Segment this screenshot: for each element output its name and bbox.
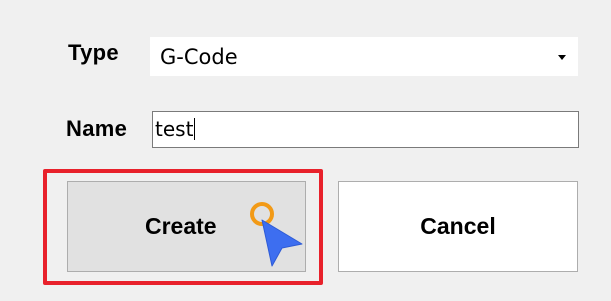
chevron-down-icon[interactable] (558, 55, 566, 60)
create-button-label: Create (145, 213, 217, 239)
type-select-value: G-Code (160, 45, 238, 69)
text-caret (194, 118, 196, 140)
cancel-button[interactable]: Cancel (338, 181, 578, 272)
new-file-dialog: Type G-Code Name test Create Cancel (0, 0, 611, 301)
create-button[interactable]: Create (67, 181, 306, 272)
name-input[interactable]: test (152, 111, 579, 148)
type-label: Type (68, 40, 119, 65)
type-select[interactable]: G-Code (150, 37, 578, 76)
name-label: Name (66, 116, 128, 141)
name-input-value: test (155, 117, 194, 141)
cancel-button-label: Cancel (420, 213, 496, 239)
